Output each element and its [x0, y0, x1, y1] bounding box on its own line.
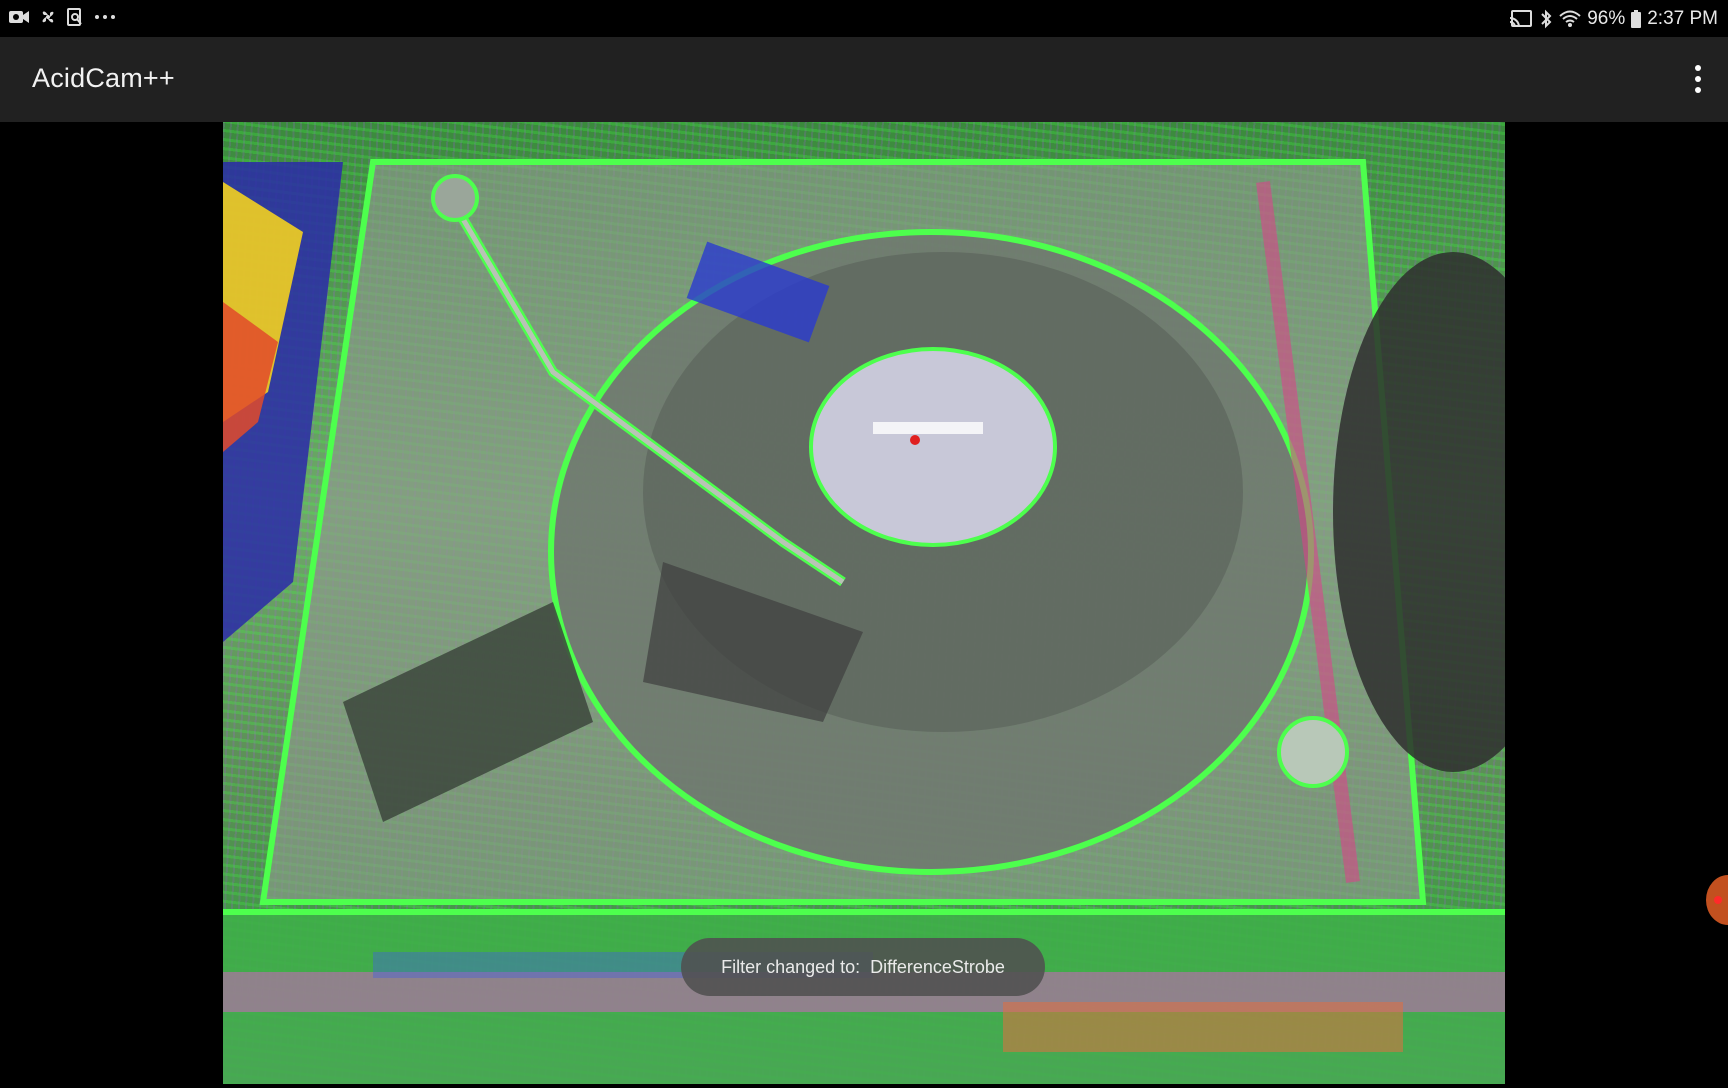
record-dot-icon: [1714, 896, 1722, 904]
cast-icon: [1509, 9, 1533, 28]
status-left-icons: [8, 7, 118, 27]
pinwheel-icon: [38, 7, 58, 27]
edge-panel-handle[interactable]: [1706, 875, 1728, 925]
battery-icon: [1631, 9, 1642, 28]
app-bar: AcidCam++: [0, 37, 1728, 122]
clock: 2:37 PM: [1647, 7, 1718, 29]
app-title: AcidCam++: [32, 63, 175, 93]
screenshot-icon: [66, 7, 84, 27]
camera-preview[interactable]: Filter changed to: DifferenceStrobe: [223, 122, 1505, 1084]
filter-toast: Filter changed to: DifferenceStrobe: [681, 938, 1045, 996]
overflow-menu-icon[interactable]: [1682, 57, 1714, 101]
wifi-icon: [1559, 10, 1581, 28]
status-bar: 96% 2:37 PM: [0, 0, 1728, 37]
battery-percent: 96%: [1587, 7, 1626, 29]
bluetooth-icon: [1539, 9, 1553, 29]
status-right-icons: 96% 2:37 PM: [1509, 0, 1718, 37]
video-camera-icon: [8, 9, 30, 25]
more-dots-icon: [92, 7, 118, 27]
